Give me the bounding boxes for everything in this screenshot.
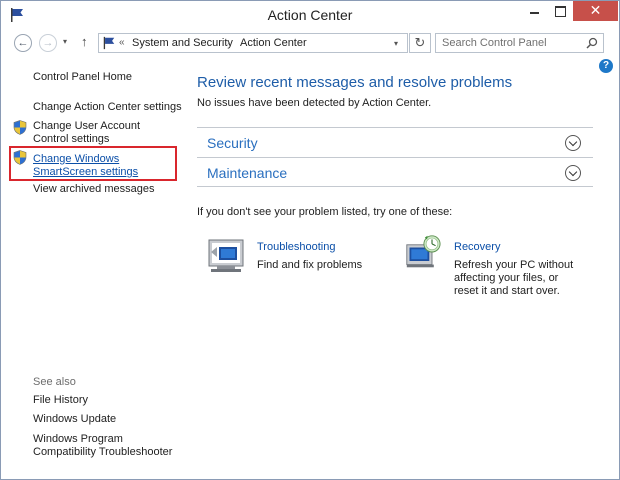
section-security[interactable]: Security [197, 127, 593, 157]
recovery-link[interactable]: Recovery [454, 241, 500, 253]
section-maintenance-label: Maintenance [207, 165, 288, 181]
sidebar-item-view-archived-messages[interactable]: View archived messages [33, 183, 154, 196]
shield-icon [13, 150, 27, 165]
address-bar[interactable]: « System and Security › Action Center ▾ [98, 33, 408, 53]
sidebar-item-change-smartscreen-settings[interactable]: Change Windows SmartScreen settings [33, 153, 173, 179]
search-input[interactable]: Search Control Panel [442, 37, 547, 49]
sidebar-item-control-panel-home[interactable]: Control Panel Home [33, 71, 132, 84]
recovery-icon[interactable] [403, 234, 443, 270]
breadcrumb-overflow-icon[interactable]: « [119, 37, 125, 48]
breadcrumb-separator-icon[interactable]: › [227, 37, 230, 47]
troubleshooting-link[interactable]: Troubleshooting [257, 241, 335, 253]
up-button[interactable]: ↑ [81, 34, 88, 49]
troubleshooting-description: Find and fix problems [257, 259, 363, 271]
action-center-window: Action Center ✕ ← → ▾ ↑ « System and Sec… [0, 0, 620, 480]
see-also-windows-update[interactable]: Windows Update [33, 413, 116, 426]
shield-icon [13, 120, 27, 135]
expand-chevron-icon[interactable] [565, 165, 581, 181]
search-box[interactable]: Search Control Panel [435, 33, 604, 53]
action-center-flag-icon [103, 36, 115, 50]
title-bar[interactable]: Action Center ✕ [1, 1, 619, 29]
see-also-program-compatibility-troubleshooter[interactable]: Windows Program Compatibility Troublesho… [33, 433, 183, 459]
page-title: Review recent messages and resolve probl… [197, 74, 513, 91]
section-security-label: Security [207, 135, 258, 151]
breadcrumb-system-and-security[interactable]: System and Security [132, 37, 233, 49]
minimize-button[interactable] [521, 1, 547, 21]
address-dropdown-icon[interactable]: ▾ [394, 39, 398, 48]
section-maintenance[interactable]: Maintenance [197, 157, 593, 187]
maximize-button[interactable] [547, 1, 573, 21]
back-button[interactable]: ← [14, 34, 32, 52]
help-icon[interactable]: ? [599, 59, 613, 73]
status-message: No issues have been detected by Action C… [197, 97, 432, 109]
sidebar-item-change-action-center-settings[interactable]: Change Action Center settings [33, 101, 182, 114]
see-also-file-history[interactable]: File History [33, 394, 88, 407]
navigation-bar: ← → ▾ ↑ « System and Security › Action C… [1, 29, 619, 57]
sidebar-item-change-uac-settings[interactable]: Change User Account Control settings [33, 120, 173, 146]
forward-button[interactable]: → [39, 34, 57, 52]
breadcrumb-action-center[interactable]: Action Center [240, 37, 307, 49]
troubleshooting-icon[interactable] [207, 238, 247, 274]
refresh-button[interactable]: ↻ [409, 33, 431, 53]
search-icon[interactable] [586, 37, 598, 49]
close-button[interactable]: ✕ [573, 1, 618, 21]
recent-locations-dropdown-icon[interactable]: ▾ [63, 37, 67, 46]
expand-chevron-icon[interactable] [565, 135, 581, 151]
recovery-description: Refresh your PC without affecting your f… [454, 259, 574, 297]
close-icon: ✕ [589, 2, 602, 18]
try-these-text: If you don't see your problem listed, tr… [197, 206, 453, 218]
see-also-heading: See also [33, 376, 76, 388]
